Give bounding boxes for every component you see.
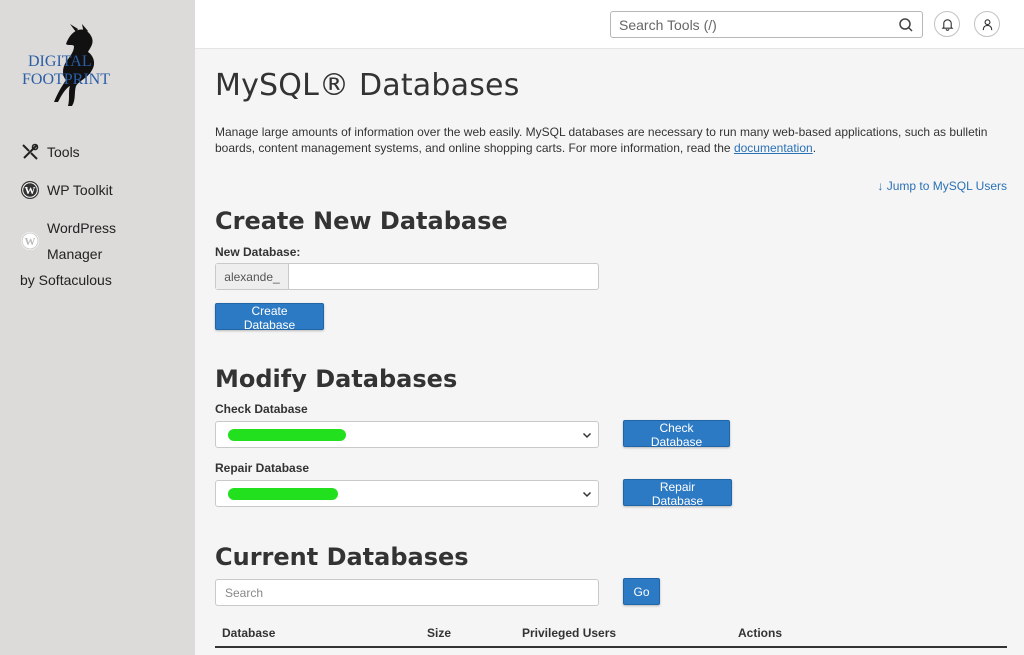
jump-to-mysql-users-link[interactable]: ↓ Jump to MySQL Users: [877, 179, 1007, 193]
logo-text-2: FOOTPRINT: [22, 71, 110, 88]
sidebar-item-label: Tools: [47, 144, 80, 160]
user-menu-button[interactable]: [974, 11, 1000, 37]
create-database-heading: Create New Database: [215, 207, 508, 235]
chevron-down-icon: [582, 491, 592, 498]
sidebar-item-label: WordPress Manager: [47, 220, 116, 262]
create-database-button[interactable]: Create Database: [215, 303, 324, 332]
svg-text:W: W: [25, 185, 36, 197]
current-databases-heading: Current Databases: [215, 543, 469, 571]
repair-database-button[interactable]: Repair Database: [623, 479, 732, 508]
page-description: Manage large amounts of information over…: [215, 125, 988, 155]
wordpress-icon: W: [21, 181, 39, 199]
top-bar: [195, 0, 1024, 49]
bell-icon: [941, 18, 953, 31]
documentation-link[interactable]: documentation: [734, 141, 813, 155]
notifications-button[interactable]: [934, 11, 960, 37]
go-button[interactable]: Go: [623, 578, 660, 605]
user-icon: [982, 18, 992, 30]
sidebar-item-wp-toolkit[interactable]: W WP Toolkit: [0, 173, 195, 207]
database-search-input[interactable]: [215, 579, 599, 606]
modify-databases-heading: Modify Databases: [215, 365, 458, 393]
redacted-value: [228, 488, 338, 500]
sidebar-item-sublabel: by Softaculous: [20, 272, 112, 288]
search-tools-input[interactable]: [619, 16, 898, 33]
redacted-value: [228, 429, 346, 441]
check-database-select[interactable]: [215, 421, 599, 448]
search-tools-box[interactable]: [610, 11, 923, 38]
brand-logo[interactable]: DIGITAL FOOTPRINT: [18, 22, 128, 112]
svg-text:W: W: [25, 236, 36, 248]
column-header-size[interactable]: Size: [427, 626, 451, 640]
repair-database-select[interactable]: [215, 480, 599, 507]
sidebar-item-label: WP Toolkit: [47, 182, 113, 198]
check-database-label: Check Database: [215, 402, 308, 416]
sidebar: DIGITAL FOOTPRINT Tools W WP Toolkit W W…: [0, 0, 195, 655]
column-header-privileged-users: Privileged Users: [522, 626, 617, 640]
sidebar-item-wordpress-manager[interactable]: W WordPress Manager by Softaculous: [0, 211, 195, 297]
page-title: MySQL® Databases: [215, 68, 520, 103]
new-database-label: New Database:: [215, 245, 301, 259]
chevron-down-icon: [582, 432, 592, 439]
logo-text: DIGITAL: [28, 53, 92, 70]
wordpress-icon: W: [21, 232, 39, 250]
new-database-input[interactable]: [289, 264, 598, 289]
sidebar-item-tools[interactable]: Tools: [0, 135, 195, 169]
tools-icon: [22, 143, 39, 160]
databases-table-header: Database Size Privileged Users Actions: [215, 624, 1007, 648]
database-prefix: alexande_: [216, 264, 289, 289]
sidebar-nav: Tools W WP Toolkit W WordPress Manager b…: [0, 135, 195, 297]
search-icon[interactable]: [898, 17, 914, 33]
column-header-database[interactable]: Database: [222, 626, 275, 640]
column-header-actions: Actions: [738, 626, 783, 640]
check-database-button[interactable]: Check Database: [623, 420, 730, 449]
repair-database-label: Repair Database: [215, 461, 310, 475]
new-database-field[interactable]: alexande_: [215, 263, 599, 290]
